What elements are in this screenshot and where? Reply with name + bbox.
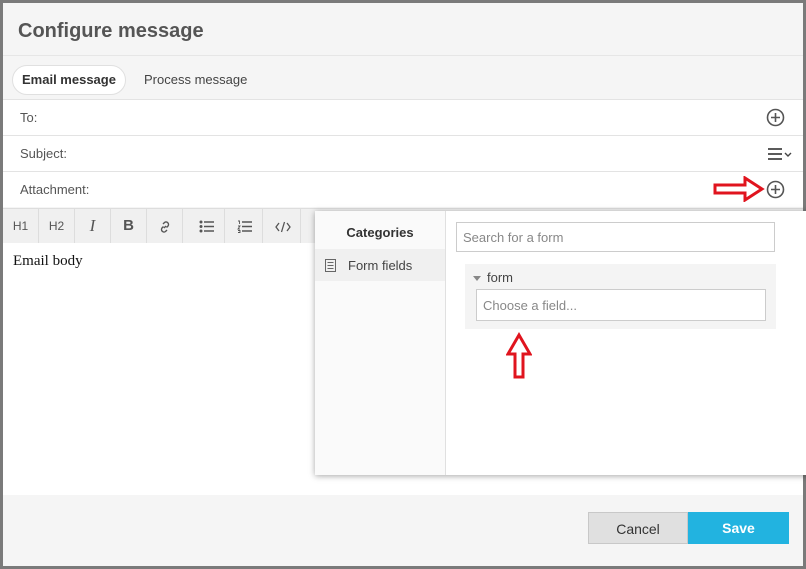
category-form-fields[interactable]: Form fields [315, 249, 445, 281]
link-button[interactable] [147, 209, 183, 243]
bullet-list-icon [199, 220, 214, 233]
subject-label: Subject: [20, 146, 67, 161]
bold-button[interactable]: B [111, 209, 147, 243]
annotation-arrow-right-icon [713, 176, 765, 202]
add-attachment-icon[interactable] [766, 180, 785, 202]
heading2-button[interactable]: H2 [39, 209, 75, 243]
choose-field-input[interactable] [476, 289, 766, 321]
categories-panel: Categories Form fields [315, 211, 446, 475]
cancel-button[interactable]: Cancel [588, 512, 688, 544]
subject-options-menu-icon[interactable] [767, 147, 793, 164]
heading1-button[interactable]: H1 [3, 209, 39, 243]
field-picker-popup: Categories Form fields form [315, 211, 806, 475]
italic-button[interactable]: I [75, 209, 111, 243]
code-button[interactable] [265, 209, 301, 243]
numbered-list-icon [237, 220, 252, 234]
save-button[interactable]: Save [688, 512, 789, 544]
form-group-toggle[interactable]: form [473, 270, 513, 285]
to-label: To: [20, 110, 38, 125]
code-icon [274, 221, 291, 232]
category-label: Form fields [348, 258, 413, 273]
dialog-title: Configure message [18, 20, 204, 42]
add-recipient-icon[interactable] [766, 108, 785, 130]
attachment-label: Attachment: [20, 182, 90, 197]
numbered-list-button[interactable] [227, 209, 263, 243]
form-group: form [465, 264, 776, 329]
tab-email-message[interactable]: Email message [12, 65, 126, 95]
form-search-input[interactable] [456, 222, 775, 252]
subject-row[interactable]: Subject: [3, 135, 803, 171]
email-body-text: Email body [13, 253, 83, 269]
attachment-row[interactable]: Attachment: [3, 171, 803, 207]
link-icon [160, 220, 169, 233]
annotation-arrow-up-icon [506, 332, 532, 379]
document-icon [325, 259, 336, 277]
message-tabs: Email message Process message [3, 55, 803, 100]
dialog-footer: Cancel Save [3, 496, 803, 566]
triangle-down-icon [473, 276, 481, 282]
tab-process-message[interactable]: Process message [144, 65, 247, 95]
categories-heading: Categories [346, 225, 414, 240]
bullet-list-button[interactable] [189, 209, 225, 243]
to-row[interactable]: To: [3, 99, 803, 135]
form-group-label: form [487, 270, 513, 285]
